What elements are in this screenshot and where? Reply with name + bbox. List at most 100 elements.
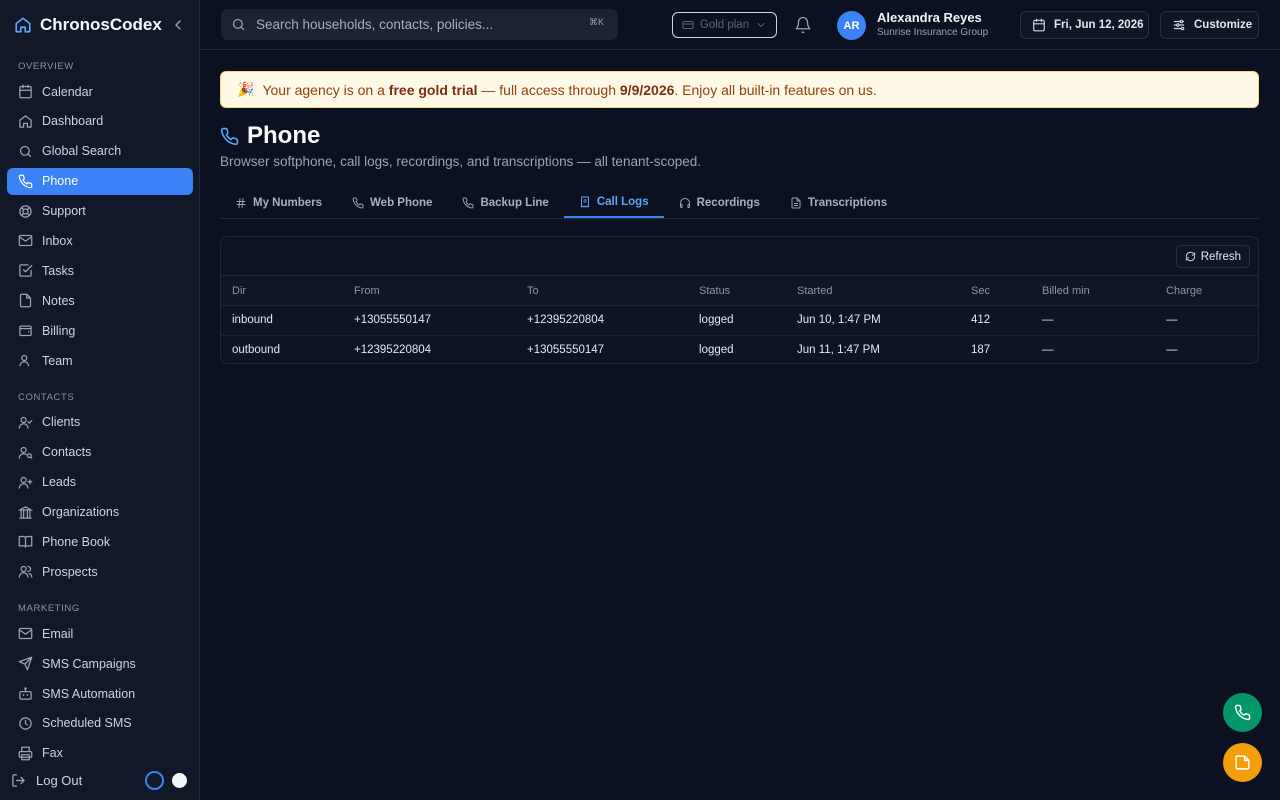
user-check-icon [18,415,33,430]
column-header: Billed min [1031,275,1155,306]
sidebar-item-leads[interactable]: Leads [7,469,193,496]
column-header: Status [688,275,786,306]
user-org: Sunrise Insurance Group [877,27,989,38]
sidebar-item-prospects[interactable]: Prospects [7,558,193,585]
plan-selector[interactable]: Gold plan [672,12,777,38]
floating-phone-button[interactable] [1223,693,1262,732]
customize-button[interactable]: Customize [1160,11,1259,39]
sticky-note-icon [1234,754,1251,771]
phone-icon [352,196,364,209]
sidebar-item-label: Global Search [42,144,122,159]
building-icon [18,505,33,520]
page-title: Phone [220,122,320,150]
sidebar-item-phone[interactable]: Phone [7,167,193,195]
sidebar-item-label: Contacts [42,445,92,460]
sidebar-item-phone-book[interactable]: Phone Book [7,528,193,555]
sidebar-item-label: Inbox [42,233,73,248]
logout-button[interactable]: Log Out [11,773,82,788]
column-header: From [343,275,516,306]
sidebar-item-label: Organizations [42,505,120,520]
send-icon [18,656,33,671]
sidebar-item-sms-automation[interactable]: SMS Automation [7,680,193,707]
sidebar-item-inbox[interactable]: Inbox [7,227,193,254]
page-heading: Phone [247,122,321,149]
file-icon [18,293,33,308]
home-icon [18,114,33,129]
theme-toggle-dot[interactable] [172,773,187,788]
table-header-row: Dir From To Status Started Sec Billed mi… [221,275,1258,306]
sidebar-item-calendar[interactable]: Calendar [7,78,193,105]
global-search-box[interactable]: ⌘K [221,9,618,40]
sidebar-item-label: Fax [42,746,63,761]
refresh-button[interactable]: Refresh [1175,245,1250,268]
phone-icon [18,174,33,189]
tab-recordings[interactable]: Recordings [664,187,775,218]
sidebar-item-support[interactable]: Support [7,198,193,225]
sidebar-nav: OVERVIEW Calendar Dashboard Global Searc… [0,56,200,770]
floating-note-button[interactable] [1223,743,1262,782]
calendar-icon [1032,18,1046,32]
table-row[interactable]: outbound +12395220804 +13055550147 logge… [221,335,1258,363]
table-row[interactable]: inbound +13055550147 +12395220804 logged… [221,305,1258,336]
sidebar-item-label: Dashboard [42,114,104,129]
hash-icon [235,197,247,209]
sidebar: ChronosCodex OVERVIEW Calendar Dashboard… [0,0,200,800]
user-plus-icon [18,475,33,490]
bell-icon[interactable] [794,16,812,34]
search-icon [231,17,246,32]
chevron-left-icon[interactable] [170,17,186,33]
call-logs-card: Refresh Dir From To Status Started Sec B… [220,236,1259,364]
book-icon [18,534,33,549]
sidebar-item-tasks[interactable]: Tasks [7,257,193,284]
sidebar-item-notes[interactable]: Notes [7,287,193,314]
section-title-overview: OVERVIEW [18,61,74,72]
lifebuoy-icon [18,204,33,219]
sidebar-item-email[interactable]: Email [7,620,193,647]
sidebar-item-global-search[interactable]: Global Search [7,138,193,165]
brand[interactable]: ChronosCodex [14,14,162,36]
sidebar-item-label: Team [42,353,73,368]
phone-tabs: My Numbers Web Phone Backup Line Call Lo… [220,187,1259,219]
search-input[interactable] [256,17,576,32]
sidebar-item-label: SMS Campaigns [42,656,136,671]
cell-started: Jun 11, 1:47 PM [797,344,880,356]
banner-highlight: free gold trial [388,81,478,98]
sidebar-item-clients[interactable]: Clients [7,409,193,436]
cell-from: +13055550147 [343,305,516,336]
column-header: Started [786,275,960,306]
tab-label: Recordings [696,196,760,209]
tab-call-logs[interactable]: Call Logs [563,187,664,218]
sidebar-item-billing[interactable]: Billing [7,317,193,344]
sidebar-item-dashboard[interactable]: Dashboard [7,108,193,135]
credit-card-icon [682,19,694,31]
home-logo-icon [14,16,32,34]
tab-label: My Numbers [253,196,323,209]
tab-transcriptions[interactable]: Transcriptions [775,187,902,218]
bot-icon [18,686,33,701]
calendar-icon [18,84,33,99]
tab-my-numbers[interactable]: My Numbers [220,187,337,218]
column-header: To [516,275,688,306]
sidebar-item-label: Leads [42,475,77,490]
column-header: Dir [221,275,343,306]
sidebar-item-sms-campaigns[interactable]: SMS Campaigns [7,650,193,677]
chevron-down-icon [755,19,767,31]
date-button[interactable]: Fri, Jun 12, 2026 [1020,11,1149,39]
page-subtitle: Browser softphone, call logs, recordings… [220,154,701,169]
column-header: Charge [1155,275,1258,306]
avatar[interactable]: AR [837,11,866,40]
theme-toggle-ring[interactable] [145,771,164,790]
sidebar-item-scheduled-sms[interactable]: Scheduled SMS [7,710,193,737]
mail-icon [18,626,33,641]
cell-billed-min: — [1031,305,1155,336]
tab-web-phone[interactable]: Web Phone [337,187,447,218]
sidebar-item-contacts[interactable]: Contacts [7,439,193,466]
sidebar-item-organizations[interactable]: Organizations [7,499,193,526]
sidebar-item-label: Billing [42,323,76,338]
app-name: ChronosCodex [40,15,162,34]
tab-backup-line[interactable]: Backup Line [447,187,563,218]
cell-dir: outbound [232,344,280,356]
tab-label: Transcriptions [807,196,888,209]
sidebar-item-team[interactable]: Team [7,347,193,374]
refresh-label: Refresh [1200,250,1241,263]
